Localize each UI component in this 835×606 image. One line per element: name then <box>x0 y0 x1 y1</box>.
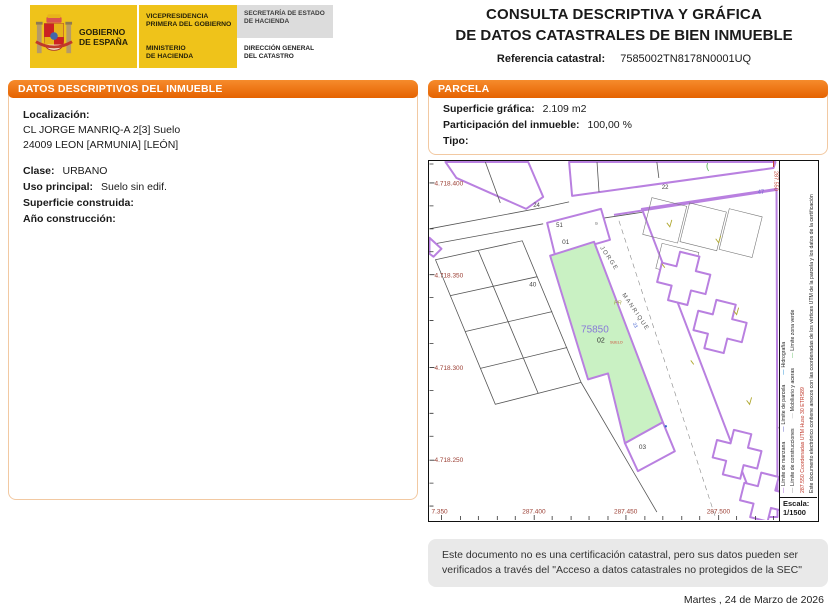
manzana-number-75850: 75850 <box>581 325 609 336</box>
map-legend-rotated: — Límite de manzana — Límite de parcela … <box>780 161 816 495</box>
x-axis-label: 7.350 <box>431 509 448 516</box>
suelo-label: SUELO <box>610 340 623 344</box>
legend-dash: — <box>790 352 797 358</box>
legend-item-construcciones: — Límite de construcciones <box>790 428 797 493</box>
legend-row-2: — Límite de construcciones — Mobiliario … <box>790 163 796 493</box>
cadastral-map-frame: 4.718.400 4.718.350 4.718.300 4.718.250 … <box>428 160 819 522</box>
document-title-block: CONSULTA DESCRIPTIVA Y GRÁFICA DE DATOS … <box>420 6 828 65</box>
y-axis-label: 4.718.350 <box>434 273 463 280</box>
legend-utm-note: 287.550 Coordenadas UTM Huso 30 ETRS89 <box>799 387 806 493</box>
datos-descriptivos-panel: DATOS DESCRIPTIVOS DEL INMUEBLE Localiza… <box>8 80 418 500</box>
datos-descriptivos-banner: DATOS DESCRIPTIVOS DEL INMUEBLE <box>8 80 418 98</box>
direccion-general-label: DIRECCIÓN GENERAL DEL CATASTRO <box>244 45 315 60</box>
government-logo-block: GOBIERNO DE ESPAÑA VICEPRESIDENCIA PRIME… <box>30 5 333 68</box>
legend-dash: — <box>790 487 797 493</box>
manzana-top-mid <box>568 161 777 197</box>
pr-label: PR <box>614 301 622 307</box>
road-number-47: 47 <box>758 190 765 196</box>
scale-value: 1/1500 <box>783 508 806 517</box>
cadastral-map: 4.718.400 4.718.350 4.718.300 4.718.250 … <box>429 161 779 520</box>
ministerio-label: MINISTERIO DE HACIENDA <box>146 44 194 60</box>
legend-item-hidrografia: — Hidrografía <box>781 341 787 375</box>
x-axis-label: 287.400 <box>522 509 546 516</box>
field-clase: Clase: URBANO <box>23 165 108 177</box>
road-number-51: 51 <box>556 223 563 229</box>
legend-item-mobiliario: — Mobiliario y aceras <box>790 367 797 419</box>
document-date: Martes , 24 de Marzo de 2026 <box>683 594 824 606</box>
field-ano-construccion: Año construcción: <box>23 213 116 225</box>
legend-dash: — <box>781 426 787 432</box>
parcela-column: PARCELA Superficie gráfica: 2.109 m2 Par… <box>428 80 828 606</box>
parcel-number-40: 40 <box>529 282 537 289</box>
legend-dash: — <box>781 369 787 375</box>
y-axis-label: 4.718.300 <box>434 365 463 372</box>
field-tipo: Tipo: <box>443 135 469 147</box>
spain-coat-of-arms-icon <box>35 13 73 53</box>
scale-box: Escala: 1/1500 <box>780 497 817 521</box>
logo-yellow-band: GOBIERNO DE ESPAÑA VICEPRESIDENCIA PRIME… <box>30 5 237 68</box>
parcela-body: Superficie gráfica: 2.109 m2 Participaci… <box>429 98 827 154</box>
secretaria-label: SECRETARÍA DE ESTADO DE HACIENDA <box>237 5 333 38</box>
address-line1: CL JORGE MANRIQ-A 2[3] Suelo <box>23 124 181 136</box>
gobierno-de-espana-label: GOBIERNO DE ESPAÑA <box>79 27 131 47</box>
gobierno-line2: DE ESPAÑA <box>79 36 128 47</box>
coord-287550-label: 287.550 <box>773 171 779 191</box>
gobierno-line1: GOBIERNO <box>79 26 126 37</box>
parcela-panel: PARCELA Superficie gráfica: 2.109 m2 Par… <box>428 80 828 155</box>
road-number-22: 22 <box>662 185 669 191</box>
document-title-line2: DE DATOS CATASTRALES DE BIEN INMUEBLE <box>455 27 793 44</box>
map-legend-column: — Límite de manzana — Límite de parcela … <box>779 161 817 521</box>
legend-dash: — <box>790 413 797 419</box>
legend-item-parcela: — Límite de parcela <box>781 384 787 432</box>
datos-descriptivos-body: Localización: CL JORGE MANRIQ-A 2[3] Sue… <box>9 98 417 237</box>
x-axis-label: 287.500 <box>707 509 731 516</box>
corner-number-9: 9 <box>595 221 598 227</box>
legend-cert-note: Este documento electrónico contiene anex… <box>808 194 815 493</box>
field-superficie-construida: Superficie construida: <box>23 197 134 209</box>
reference-label: Referencia catastral: <box>496 53 606 65</box>
vertex-marker <box>664 425 668 428</box>
document-title-line1: CONSULTA DESCRIPTIVA Y GRÁFICA <box>485 6 762 23</box>
legend-row-1: — Límite de manzana — Límite de parcela … <box>781 163 787 493</box>
field-superficie-grafica: Superficie gráfica: 2.109 m2 <box>443 103 587 115</box>
y-axis-label: 4.718.250 <box>434 457 463 464</box>
subject-parcel-green <box>549 240 664 445</box>
vicepresidencia-label: VICEPRESIDENCIA PRIMERA DEL GOBIERNO <box>146 12 232 28</box>
map-legend: — Límite de manzana — Límite de parcela … <box>780 161 817 497</box>
ministry-labels: VICEPRESIDENCIA PRIMERA DEL GOBIERNO MIN… <box>146 13 231 61</box>
disclaimer-note: Este documento no es una certificación c… <box>428 539 828 587</box>
address-line2: 24009 LEON [ARMUNIA] [LEÓN] <box>23 139 179 151</box>
manzana-left-fragment <box>429 236 443 258</box>
scale-label: Escala: <box>783 499 810 508</box>
legend-dash: — <box>781 487 787 493</box>
y-axis-label: 4.718.400 <box>434 180 463 187</box>
x-axis-label: 287.450 <box>614 509 638 516</box>
parcela-banner: PARCELA <box>428 80 828 98</box>
department-labels: SECRETARÍA DE ESTADO DE HACIENDA DIRECCI… <box>237 5 333 68</box>
legend-item-zona-verde: — Límite zona verde <box>790 309 797 358</box>
parcel-number-03: 03 <box>639 444 647 451</box>
parcel-number-01: 01 <box>562 239 570 246</box>
field-uso-principal: Uso principal: Suelo sin edif. <box>23 181 167 193</box>
parcel-number-02: 02 <box>597 337 605 344</box>
localizacion-label: Localización: <box>23 109 90 121</box>
field-participacion: Participación del inmueble: 100,00 % <box>443 119 632 131</box>
road-number-24: 24 <box>533 203 540 209</box>
cadastral-reference: Referencia catastral: 7585002TN8178N0001… <box>420 53 828 65</box>
legend-item-manzana: — Límite de manzana <box>781 441 787 493</box>
vertex-23-label: 23 <box>632 322 639 329</box>
logo-divider <box>137 5 139 68</box>
reference-value: 7585002TN8178N0001UQ <box>620 53 752 65</box>
